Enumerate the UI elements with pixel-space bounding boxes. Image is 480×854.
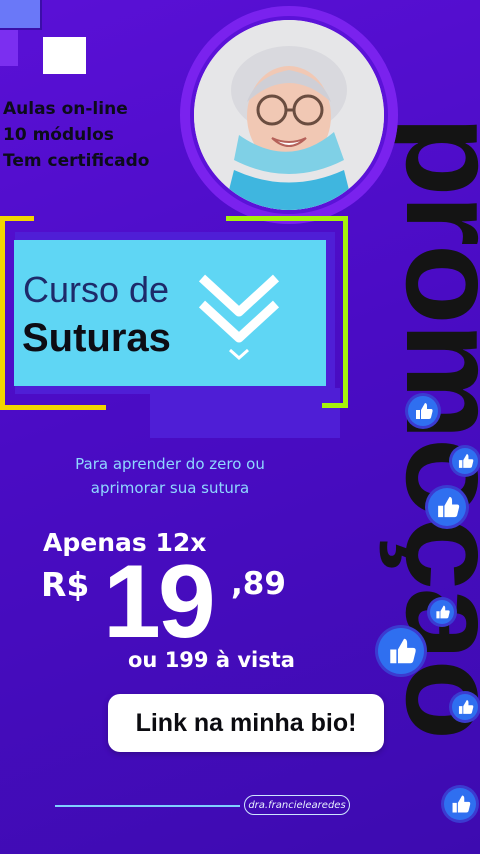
thumbs-up-icon	[408, 396, 438, 426]
frame-accent-lime	[322, 403, 348, 408]
frame-accent-lime	[226, 216, 348, 221]
thumbs-up-icon	[378, 628, 424, 674]
frame-accent-yellow	[0, 405, 106, 410]
course-subtitle: Para aprender do zero ou aprimorar sua s…	[30, 452, 310, 500]
thumbs-up-icon	[452, 448, 478, 474]
corner-square-blue	[0, 0, 40, 28]
subtitle-line: aprimorar sua sutura	[90, 479, 250, 497]
feature-item: Tem certificado	[3, 151, 150, 171]
thumbs-up-icon	[444, 788, 476, 820]
bio-link-button[interactable]: Link na minha bio!	[108, 694, 384, 752]
frame-accent-yellow	[0, 216, 34, 221]
thumbs-up-icon	[430, 600, 454, 624]
currency-symbol: R$	[41, 565, 90, 604]
features-list: Aulas on-line 10 módulos Tem certificado	[3, 96, 149, 174]
frame-accent-yellow	[0, 216, 5, 410]
frame-accent-lime	[343, 216, 348, 408]
card-shadow-tab	[150, 388, 340, 438]
thumbs-up-icon	[428, 488, 466, 526]
double-chevron-down-icon	[194, 270, 284, 366]
feature-item: Aulas on-line	[3, 99, 128, 119]
profile-photo	[194, 20, 384, 210]
thumbs-up-icon	[452, 694, 478, 720]
course-title-line1: Curso de	[23, 269, 170, 310]
course-title-line2: Suturas	[22, 316, 171, 360]
corner-square-white	[43, 37, 86, 74]
corner-square-purple	[0, 30, 18, 66]
cash-price: ou 199 à vista	[128, 648, 295, 672]
subtitle-line: Para aprender do zero ou	[75, 455, 265, 473]
handle-badge: dra.francielearedes	[244, 795, 350, 815]
price-integer: 19	[103, 544, 216, 660]
signature-line	[55, 805, 240, 807]
price-cents: ,89	[231, 566, 286, 602]
feature-item: 10 módulos	[3, 125, 114, 145]
